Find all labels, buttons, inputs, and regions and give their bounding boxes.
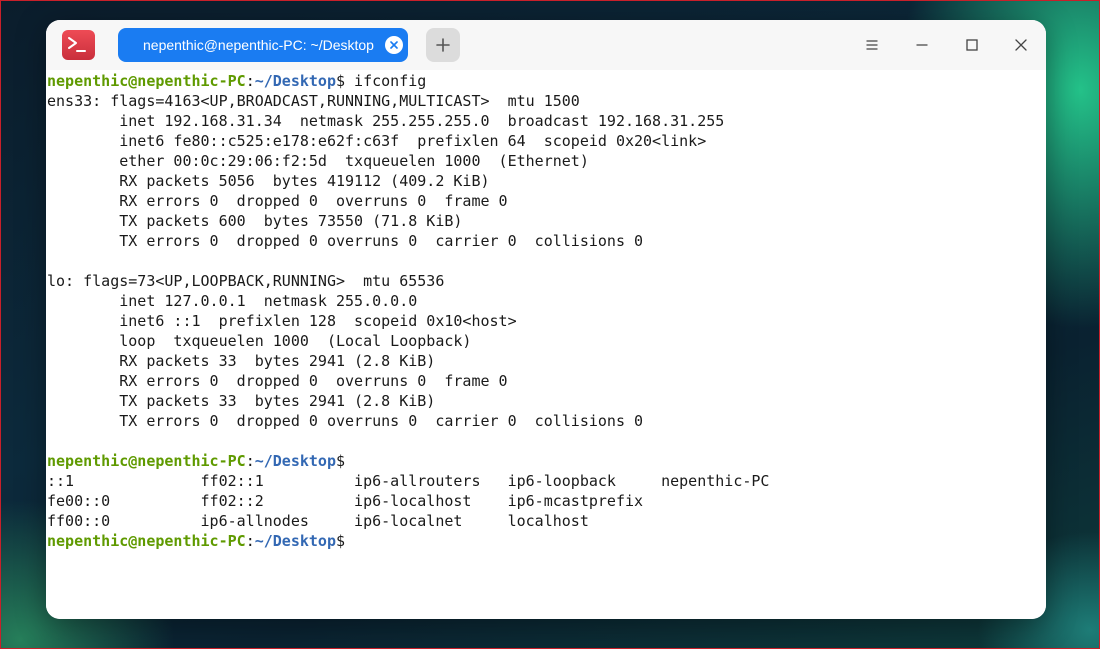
output-line: TX errors 0 dropped 0 overruns 0 carrier… [47,412,644,430]
terminal-output-area[interactable]: nepenthic@nepenthic-PC:~/Desktop$ ifconf… [46,70,1046,619]
title-bar[interactable]: nepenthic@nepenthic-PC: ~/Desktop [46,20,1046,70]
prompt-colon: : [245,72,255,90]
menu-button[interactable] [860,33,884,57]
prompt-symbol: $ [336,532,346,550]
output-line: loop txqueuelen 1000 (Local Loopback) [47,332,472,350]
output-line: inet6 fe80::c525:e178:e62f:c63f prefixle… [47,132,707,150]
hamburger-menu-icon [866,40,878,50]
prompt-path: ~/Desktop [254,532,336,550]
output-line: inet 192.168.31.34 netmask 255.255.255.0… [47,112,725,130]
close-icon [390,41,398,49]
prompt-path: ~/Desktop [254,452,336,470]
output-line: RX errors 0 dropped 0 overruns 0 frame 0 [47,372,508,390]
command-text: ifconfig [345,72,427,90]
output-line: RX errors 0 dropped 0 overruns 0 frame 0 [47,192,508,210]
terminal-window: nepenthic@nepenthic-PC: ~/Desktop nepent… [46,20,1046,619]
tab-terminal-desktop[interactable]: nepenthic@nepenthic-PC: ~/Desktop [118,28,408,62]
output-line: ether 00:0c:29:06:f2:5d txqueuelen 1000 … [47,152,589,170]
output-line: RX packets 5056 bytes 419112 (409.2 KiB) [47,172,490,190]
prompt-user-host: nepenthic@nepenthic-PC [47,532,246,550]
prompt-user-host: nepenthic@nepenthic-PC [47,452,246,470]
output-line: ens33: flags=4163<UP,BROADCAST,RUNNING,M… [47,92,580,110]
output-line: fe00::0 ff02::2 ip6-localhost ip6-mcastp… [47,492,644,510]
output-line: TX packets 33 bytes 2941 (2.8 KiB) [47,392,436,410]
tab-close-button[interactable] [385,36,403,54]
new-tab-button[interactable] [426,28,460,62]
output-line [47,251,769,271]
prompt-symbol: $ [336,72,346,90]
terminal-icon [62,30,95,60]
prompt-path: ~/Desktop [254,72,336,90]
plus-icon [436,38,450,52]
output-line: inet6 ::1 prefixlen 128 scopeid 0x10<hos… [47,312,517,330]
terminal-lines: nepenthic@nepenthic-PC:~/Desktop$ ifconf… [47,71,769,551]
tab-title: nepenthic@nepenthic-PC: ~/Desktop [143,37,374,53]
output-line [47,431,769,451]
output-line: ::1 ff02::1 ip6-allrouters ip6-loopback … [47,472,770,490]
maximize-button[interactable] [960,33,984,57]
prompt-symbol: $ [336,452,346,470]
output-line: TX errors 0 dropped 0 overruns 0 carrier… [47,232,644,250]
close-window-button[interactable] [1009,33,1033,57]
output-line: ff00::0 ip6-allnodes ip6-localnet localh… [47,512,589,530]
output-line: TX packets 600 bytes 73550 (71.8 KiB) [47,212,463,230]
prompt-line: nepenthic@nepenthic-PC:~/Desktop$ [47,451,769,471]
prompt-user-host: nepenthic@nepenthic-PC [47,72,246,90]
output-line: RX packets 33 bytes 2941 (2.8 KiB) [47,352,436,370]
output-line: lo: flags=73<UP,LOOPBACK,RUNNING> mtu 65… [47,272,445,290]
close-icon [1015,39,1027,51]
prompt-colon: : [245,532,255,550]
prompt-colon: : [245,452,255,470]
prompt-line: nepenthic@nepenthic-PC:~/Desktop$ [47,531,769,551]
prompt-line: nepenthic@nepenthic-PC:~/Desktop$ ifconf… [47,71,769,91]
minimize-icon [916,44,928,46]
output-line: inet 127.0.0.1 netmask 255.0.0.0 [47,292,418,310]
maximize-icon [966,39,978,51]
minimize-button[interactable] [910,33,934,57]
